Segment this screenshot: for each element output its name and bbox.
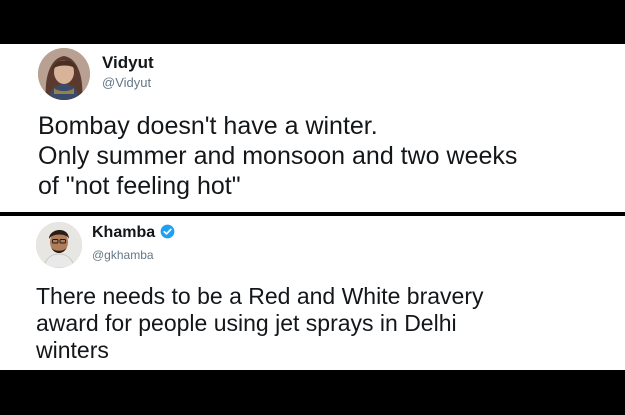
user-handle[interactable]: @gkhamba	[92, 247, 154, 263]
woman-portrait-icon	[38, 48, 90, 100]
tweet-text: There needs to be a Red and White braver…	[36, 283, 484, 363]
display-name[interactable]: Khamba	[92, 223, 175, 243]
verified-badge-icon	[160, 224, 175, 239]
tweet-text: Bombay doesn't have a winter. Only summe…	[38, 112, 518, 200]
tweet-card-khamba: Khamba @gkhamba There needs to be a Red …	[0, 216, 625, 370]
avatar-vidyut[interactable]	[38, 48, 90, 100]
user-handle[interactable]: @Vidyut	[102, 75, 151, 91]
tweet-card-vidyut: Vidyut @Vidyut Bombay doesn't have a win…	[0, 44, 625, 212]
avatar-khamba[interactable]	[36, 222, 82, 268]
man-portrait-icon	[36, 222, 82, 268]
display-name-text: Khamba	[92, 224, 156, 241]
display-name[interactable]: Vidyut	[102, 53, 154, 73]
